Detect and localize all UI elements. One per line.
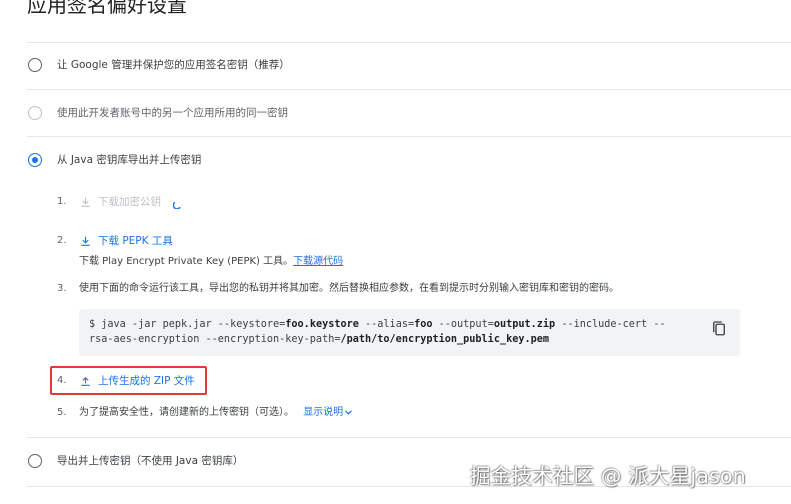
copy-icon[interactable] (710, 319, 728, 337)
divider (27, 136, 791, 137)
command-code-block: $ java -jar pepk.jar --keystore=foo.keys… (79, 309, 740, 356)
download-icon (81, 197, 90, 207)
show-instructions-link[interactable]: 显示说明 (303, 407, 353, 418)
step-3-text: 使用下面的命令运行该工具，导出您的私钥并将其加密。然后替换相应参数，在看到提示时… (79, 283, 619, 294)
download-public-key-label: 下载加密公钥 (98, 196, 161, 208)
red-highlight-box (50, 366, 207, 395)
download-icon (81, 236, 90, 246)
download-pepk-button[interactable]: 下载 PEPK 工具 (79, 234, 173, 248)
step-number: 1. (57, 196, 67, 207)
divider (27, 437, 791, 438)
radio-google-managed[interactable] (28, 58, 42, 72)
command-text: $ java -jar pepk.jar --keystore=foo.keys… (89, 319, 666, 345)
option-label-java-keystore: 从 Java 密钥库导出并上传密钥 (57, 154, 202, 166)
pepk-description-text: 下载 Play Encrypt Private Key (PEPK) 工具。 (79, 256, 294, 267)
page-title: 应用签名偏好设置 (27, 0, 187, 17)
step-number: 2. (57, 235, 67, 246)
option-label-google-managed: 让 Google 管理并保护您的应用签名密钥（推荐） (57, 59, 290, 71)
divider (27, 42, 791, 43)
option-label-same-key: 使用此开发者账号中的另一个应用所用的同一密钥 (57, 107, 288, 119)
watermark: 掘金技术社区 @ 派大星jason (470, 464, 746, 488)
loading-spinner-icon (173, 201, 181, 209)
download-pepk-label: 下载 PEPK 工具 (98, 235, 173, 247)
step-number: 5. (57, 407, 67, 418)
radio-java-keystore[interactable] (28, 153, 42, 167)
download-public-key-button: 下载加密公钥 (79, 195, 161, 209)
step-5-text: 为了提高安全性，请创建新的上传密钥（可选）。 (79, 407, 294, 418)
step-5-row: 为了提高安全性，请创建新的上传密钥（可选）。 显示说明 (79, 406, 353, 420)
radio-same-key[interactable] (28, 106, 42, 120)
step-number: 3. (57, 283, 67, 294)
pepk-description: 下载 Play Encrypt Private Key (PEPK) 工具。下载… (79, 255, 343, 269)
radio-export-without-keystore[interactable] (28, 454, 42, 468)
divider (27, 89, 791, 90)
option-label-export-without-keystore: 导出并上传密钥（不使用 Java 密钥库） (57, 455, 244, 467)
chevron-down-icon (345, 410, 352, 414)
download-source-link[interactable]: 下载源代码 (293, 256, 343, 267)
